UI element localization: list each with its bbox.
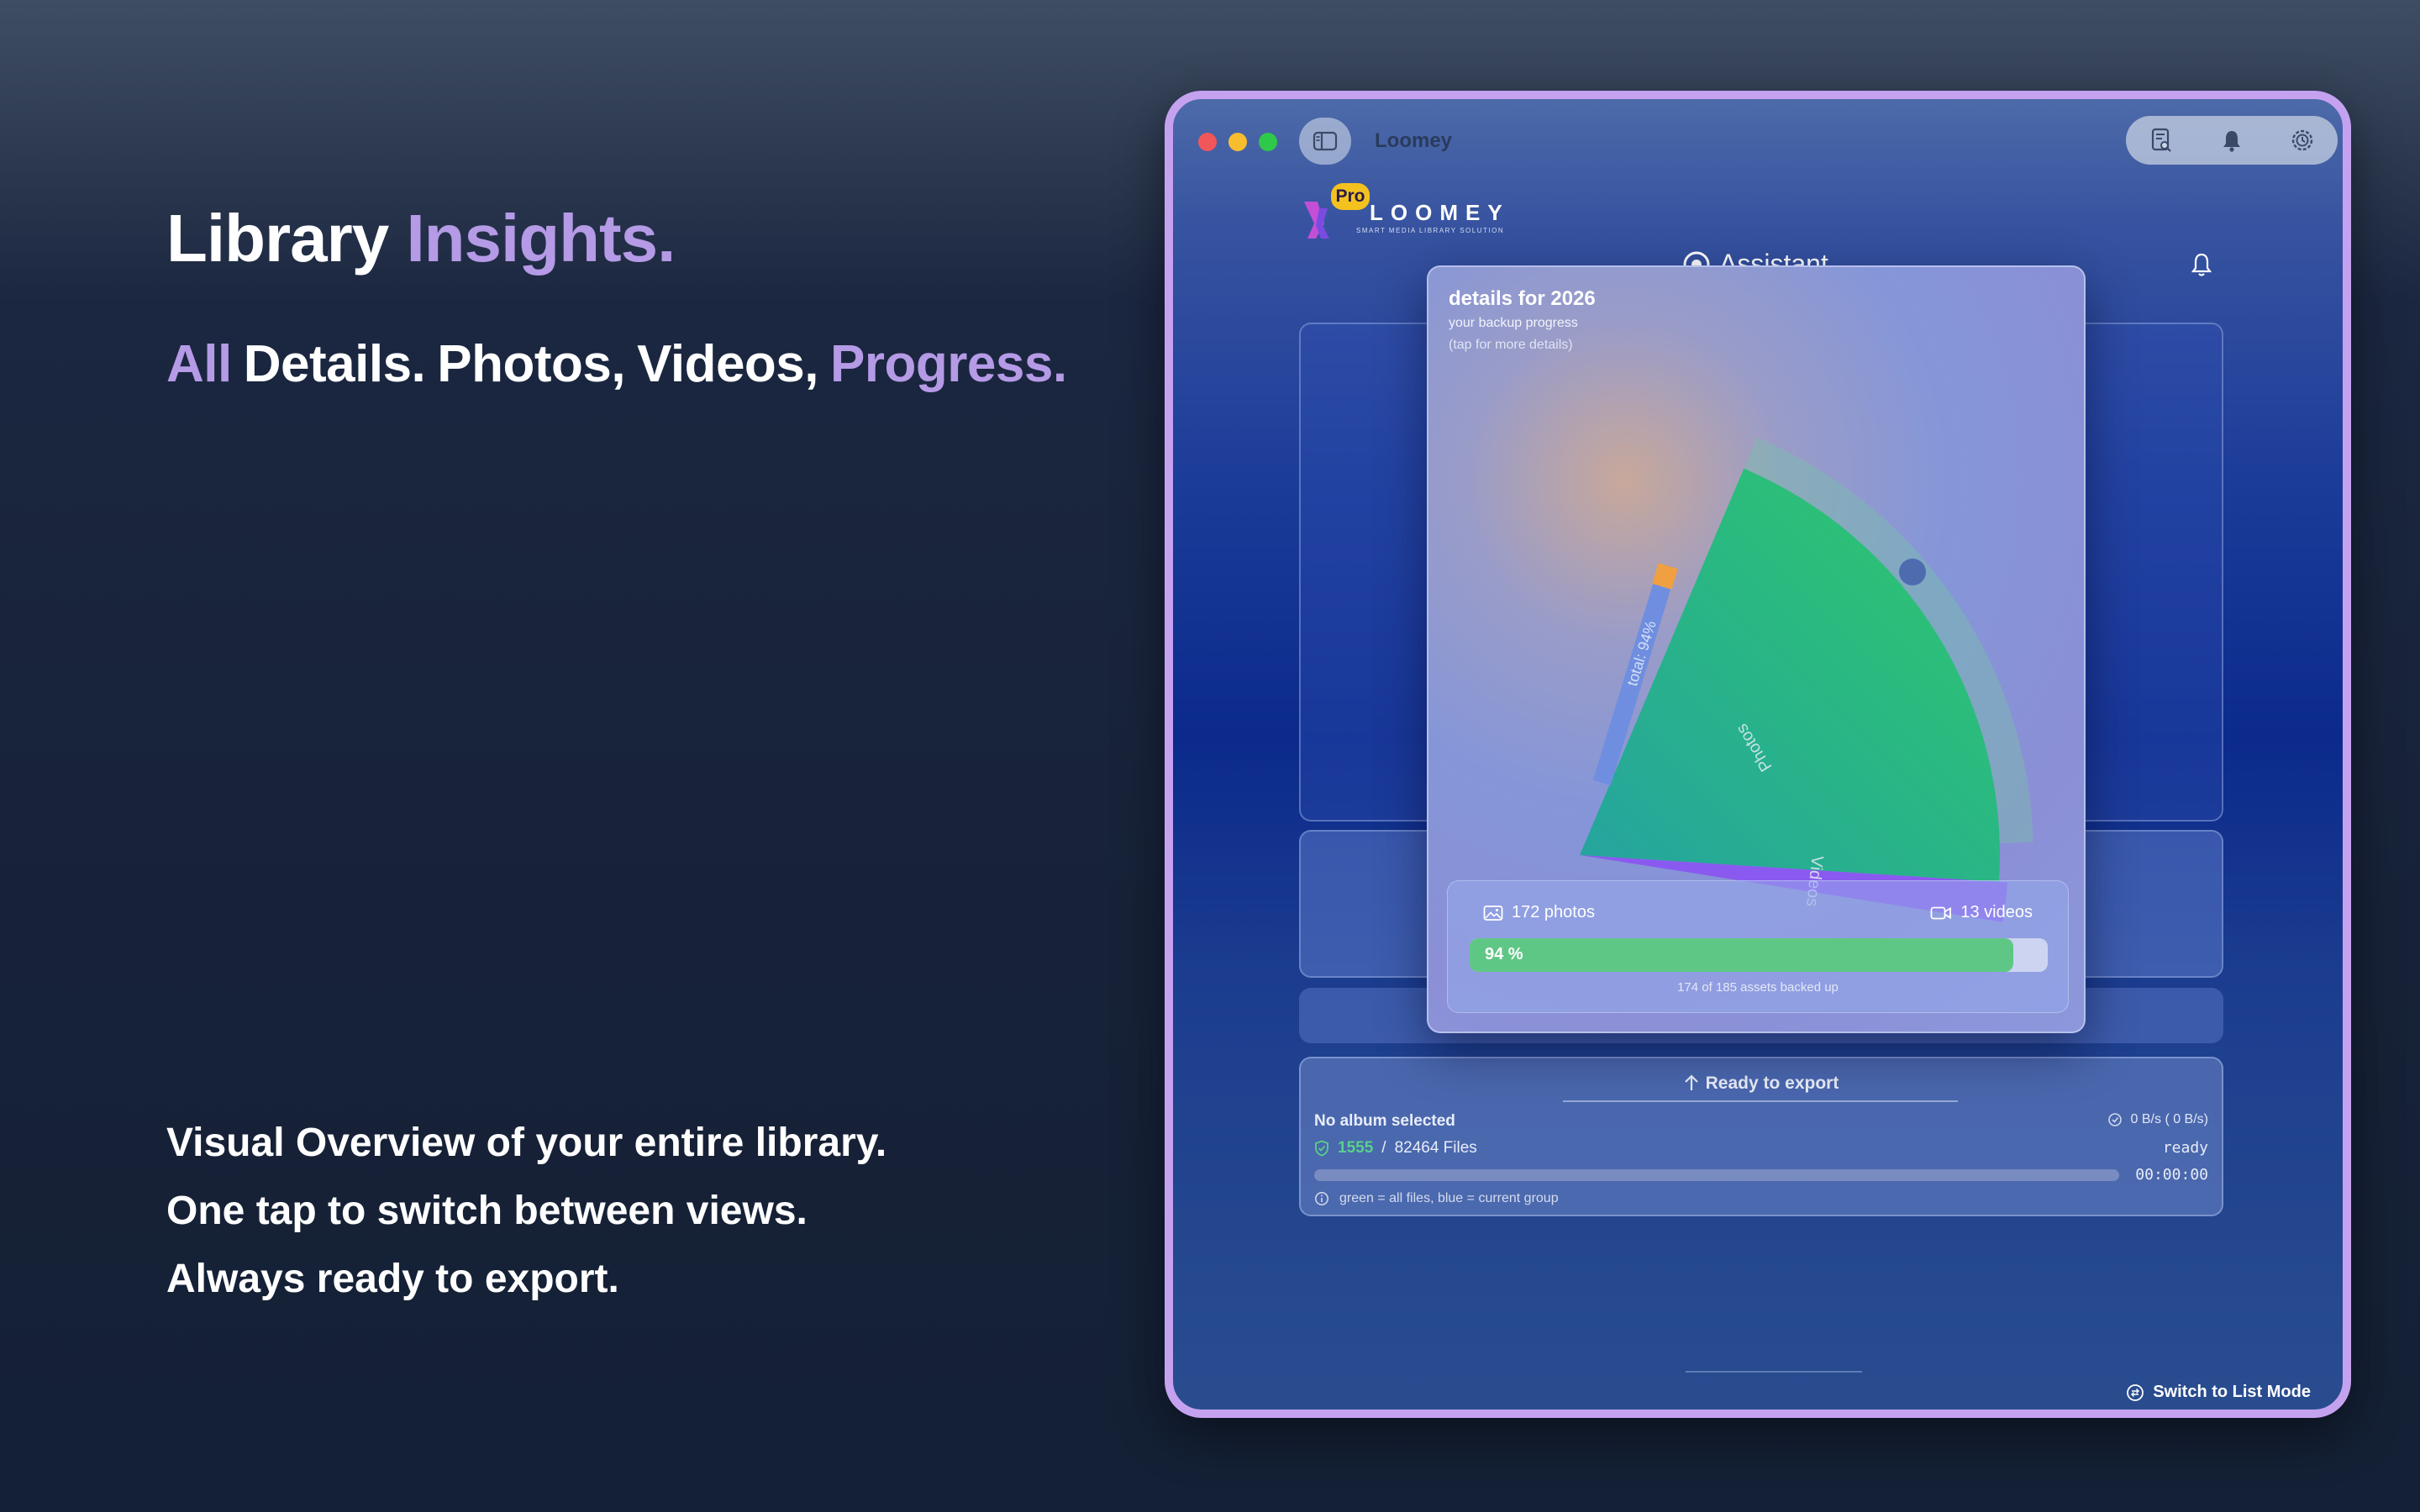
- speed-gauge-icon: [2107, 1113, 2122, 1126]
- subheadline-videos: Videos,: [637, 335, 819, 393]
- photos-count: 172 photos: [1483, 903, 1595, 922]
- logo-wordmark: LOOMEY: [1370, 200, 1510, 225]
- feature-list: Visual Overview of your entire library. …: [166, 1109, 886, 1313]
- close-window-button[interactable]: [1198, 133, 1217, 151]
- toolbar-group: [2126, 116, 2338, 165]
- subheadline: All Details. Photos, Videos, Progress.: [166, 334, 1079, 394]
- headline-word-insights: Insights.: [406, 201, 676, 276]
- card-title: details for 2026: [1449, 287, 1596, 310]
- export-panel: Ready to export No album selected 0 B/s …: [1299, 1057, 2223, 1216]
- videos-count: 13 videos: [1930, 903, 2033, 922]
- export-timer: 00:00:00: [2135, 1166, 2208, 1184]
- notification-bell-icon[interactable]: [2190, 252, 2213, 281]
- shield-check-icon: [1315, 1140, 1328, 1157]
- info-icon: [1315, 1192, 1328, 1205]
- sidebar-toggle-button[interactable]: [1299, 118, 1351, 165]
- window-title: Loomey: [1375, 129, 1453, 152]
- card-hint: (tap for more details): [1449, 338, 1573, 352]
- subheadline-details: Details.: [243, 335, 426, 393]
- feature-item: Visual Overview of your entire library.: [166, 1121, 887, 1165]
- feature-item: One tap to switch between views.: [166, 1189, 808, 1233]
- switch-mode-label: Switch to List Mode: [2153, 1383, 2311, 1401]
- album-status: No album selected: [1314, 1112, 1455, 1130]
- switch-view-icon: [2127, 1383, 2144, 1401]
- legend-hint: green = all files, blue = current group: [1314, 1191, 1559, 1206]
- backed-up-summary: 174 of 185 assets backed up: [1677, 980, 1839, 995]
- backup-stats-box: 172 photos 13 videos 94 % 174 of 185 ass…: [1447, 880, 2069, 1013]
- legend-hint-text: green = all files, blue = current group: [1339, 1191, 1559, 1205]
- total-progress-marker: [1652, 563, 1678, 590]
- backup-progress-label: 94 %: [1485, 945, 1523, 963]
- zoom-window-button[interactable]: [1259, 133, 1277, 151]
- videos-count-label: 13 videos: [1960, 903, 2033, 921]
- loomey-logo: Pro LOOMEY SMART MEDIA LIBRARY SOLUTION: [1299, 183, 1518, 250]
- ready-to-export-label: Ready to export: [1705, 1074, 1839, 1093]
- sidebar-icon: [1313, 131, 1338, 151]
- video-camera-icon: [1930, 906, 1952, 919]
- arrow-up-icon: [1684, 1074, 1698, 1090]
- export-progress-bar: [1314, 1169, 2119, 1181]
- feature-item: Always ready to export.: [166, 1257, 619, 1301]
- backup-progress-bar: 94 %: [1470, 938, 2048, 972]
- year-detail-card[interactable]: PhotosVideostotal: 94% details for 2026 …: [1427, 265, 2086, 1033]
- ready-to-export-button[interactable]: Ready to export: [1301, 1074, 2222, 1094]
- bell-icon[interactable]: [2215, 123, 2249, 157]
- count-separator: /: [1381, 1139, 1386, 1157]
- logo-tagline: SMART MEDIA LIBRARY SOLUTION: [1356, 227, 1505, 234]
- transfer-speed: 0 B/s ( 0 B/s): [2107, 1112, 2208, 1127]
- speed-value: 0 B/s ( 0 B/s): [2130, 1112, 2208, 1126]
- subheadline-all: All: [166, 335, 232, 393]
- file-counts: 1555 / 82464 Files: [1314, 1139, 1477, 1158]
- bottom-divider: [1686, 1371, 1862, 1373]
- subheadline-photos: Photos,: [437, 335, 626, 393]
- card-subtitle: your backup progress: [1449, 316, 1578, 330]
- minimize-window-button[interactable]: [1228, 133, 1247, 151]
- settings-clock-icon[interactable]: [2286, 123, 2319, 157]
- export-status: ready: [2162, 1139, 2208, 1157]
- log-search-icon[interactable]: [2144, 123, 2178, 157]
- total-label: total: 94%: [1623, 619, 1660, 688]
- pro-badge: Pro: [1331, 183, 1370, 210]
- export-divider: [1563, 1100, 1958, 1102]
- headline-word-library: Library: [166, 201, 389, 276]
- subheadline-progress: Progress.: [830, 335, 1067, 393]
- switch-to-list-mode-button[interactable]: Switch to List Mode: [2126, 1383, 2311, 1402]
- photos-count-label: 172 photos: [1512, 903, 1595, 921]
- backup-progress-fill: [1470, 938, 2013, 972]
- photo-icon: [1483, 905, 1503, 921]
- app-window: Loomey Pro LOOMEY SMART MEDIA LIBRARY SO…: [1165, 91, 2351, 1418]
- drag-handle-dot: [1899, 558, 1926, 585]
- headline: Library Insights.: [166, 200, 676, 277]
- exported-count: 1555: [1338, 1139, 1374, 1157]
- total-files: 82464 Files: [1394, 1139, 1477, 1157]
